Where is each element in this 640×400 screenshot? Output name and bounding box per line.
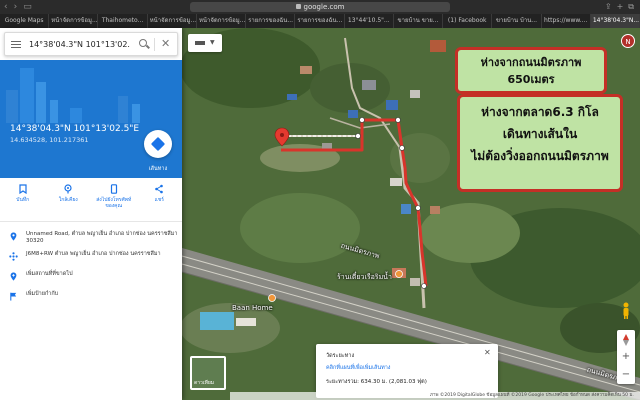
add-label-text: เพิ่มป้ายกำกับ xyxy=(26,291,59,297)
directions-button[interactable] xyxy=(144,130,172,158)
sidebar-icon[interactable]: ▭ xyxy=(23,2,32,12)
avatar[interactable]: N xyxy=(621,34,635,48)
resort-label[interactable]: Baan Home xyxy=(232,304,273,312)
close-icon[interactable]: ✕ xyxy=(161,37,170,51)
callout-2-line-2: เดินทางเส้นใน xyxy=(502,127,578,141)
browser-tab[interactable]: หน้าจัดการข้อมู... xyxy=(49,14,99,28)
measure-title: วัดระยะทาง xyxy=(326,353,355,359)
browser-tab[interactable]: Google Maps xyxy=(0,14,50,28)
zoom-control: + − xyxy=(617,330,635,384)
pegman-icon[interactable] xyxy=(621,302,631,320)
send-to-phone-button[interactable]: ส่งไปยังโทรศัพท์ของคุณ xyxy=(91,182,137,221)
menu-icon[interactable] xyxy=(11,41,21,48)
share-browser-icon[interactable]: ⇪ xyxy=(605,2,612,12)
browser-tab[interactable]: 13°44'10.5"... xyxy=(345,14,394,28)
browser-nav: ‹ › ▭ xyxy=(4,2,32,12)
browser-tab[interactable]: รายการของฉัน... xyxy=(295,14,345,28)
zoom-out-button[interactable]: − xyxy=(617,368,635,382)
add-place-text: เพิ่มสถานที่ที่ขาดไป xyxy=(26,271,73,277)
new-tab-icon[interactable]: + xyxy=(617,2,624,12)
search-box: ✕ xyxy=(4,32,178,56)
address-text: Unnamed Road, ตำบล พญาเย็น อำเภอ ปากช่อง… xyxy=(26,231,178,244)
nearby-icon xyxy=(64,184,72,194)
save-label: บันทึก xyxy=(16,197,30,203)
browser-tab[interactable]: (1) Facebook xyxy=(443,14,493,28)
plus-code-icon xyxy=(9,252,18,261)
place-header: 14°38'04.3"N 101°13'02.5"E 14.634528, 10… xyxy=(0,60,182,178)
browser-tab-active[interactable]: 14°38'04.3"N... xyxy=(590,14,640,28)
url-bar[interactable]: google.com xyxy=(190,2,450,12)
zoom-in-button[interactable]: + xyxy=(617,350,635,364)
map-footer: ภาพ ©2019 DigitalGlobe ข้อมูลแผนที่ ©201… xyxy=(230,392,640,400)
directions-label: เส้นทาง xyxy=(148,166,168,172)
browser-tab[interactable]: ขายบ้าน ขาย... xyxy=(394,14,444,28)
callout-1-line-1: ห่างจากถนนมิตรภาพ xyxy=(480,56,582,69)
forward-icon[interactable]: › xyxy=(14,2,18,12)
add-missing-place-row[interactable]: เพิ่มสถานที่ที่ขาดไป xyxy=(0,268,182,288)
nearby-label: ใกล้เคียง xyxy=(58,197,78,203)
close-icon[interactable]: ✕ xyxy=(484,348,491,357)
callout-1-line-2: 650เมตร xyxy=(507,73,555,86)
add-label-row[interactable]: เพิ่มป้ายกำกับ xyxy=(0,288,182,308)
plus-code-row[interactable]: J6M8+RW ตำบล พญาเย็น อำเภอ ปากช่อง นครรา… xyxy=(0,248,182,268)
plus-code-text: J6M8+RW ตำบล พญาเย็น อำเภอ ปากช่อง นครรา… xyxy=(26,251,161,257)
back-icon[interactable]: ‹ xyxy=(4,2,8,12)
satellite-toggle-label: ดาวเทียม xyxy=(194,380,215,386)
browser-tab[interactable]: Thaihometo... xyxy=(98,14,148,28)
compass-icon[interactable] xyxy=(622,334,630,346)
send-to-phone-icon xyxy=(110,184,117,194)
flag-icon xyxy=(10,292,17,301)
place-title: 14°38'04.3"N 101°13'02.5"E xyxy=(10,124,140,134)
tab-overview-icon[interactable]: ⧉ xyxy=(628,2,634,12)
chevron-down-icon: ▼ xyxy=(210,39,215,46)
measure-distance-card: วัดระยะทาง คลิกที่แผนที่เพื่อเพิ่มเส้นทา… xyxy=(316,344,498,398)
add-place-icon xyxy=(10,272,17,281)
satellite-toggle[interactable]: ดาวเทียม xyxy=(190,356,226,390)
browser-tab[interactable]: หน้าจัดการข้อมู... xyxy=(148,14,197,28)
nearby-button[interactable]: ใกล้เคียง xyxy=(46,182,92,221)
place-decimal: 14.634528, 101.217361 xyxy=(10,136,89,144)
search-icon[interactable] xyxy=(139,39,147,47)
share-label: แชร์ xyxy=(154,197,164,203)
send-to-phone-label: ส่งไปยังโทรศัพท์ของคุณ xyxy=(96,197,132,209)
measure-hint: คลิกที่แผนที่เพื่อเพิ่มเส้นทาง xyxy=(326,365,391,371)
share-icon xyxy=(155,184,164,194)
browser-actions: ⇪ + ⧉ xyxy=(605,2,634,12)
bookmark-icon xyxy=(19,184,27,194)
save-button[interactable]: บันทึก xyxy=(0,182,46,221)
search-input[interactable] xyxy=(29,38,133,51)
browser-tab[interactable]: https://www.... xyxy=(542,14,591,28)
url-text: google.com xyxy=(303,3,345,11)
browser-tab[interactable]: หน้าจัดการข้อมู... xyxy=(197,14,247,28)
directions-icon xyxy=(150,136,166,152)
distance-callout: ห่างจากถนนมิตรภาพ 650เมตร xyxy=(455,47,607,94)
info-list: Unnamed Road, ตำบล พญาเย็น อำเภอ ปากช่อง… xyxy=(0,228,182,308)
address-row[interactable]: Unnamed Road, ตำบล พญาเย็น อำเภอ ปากช่อง… xyxy=(0,228,182,248)
action-bar: บันทึก ใกล้เคียง ส่งไปยังโทรศัพท์ของคุณ … xyxy=(0,182,182,222)
market-callout: ห่างจากตลาด6.3 กิโล เดินทางเส้นใน ไม่ต้อ… xyxy=(457,94,623,192)
lock-icon xyxy=(295,4,301,9)
tab-strip: Google Maps หน้าจัดการข้อมู... Thaihomet… xyxy=(0,14,640,28)
measure-total: ระยะทางรวม: 634.30 ม. (2,081.03 ฟุต) xyxy=(326,379,427,385)
skyline-illustration xyxy=(6,68,140,123)
layers-icon xyxy=(195,41,205,45)
layer-mode-button[interactable]: ▼ xyxy=(188,34,222,52)
callout-2-line-3: ไม่ต้องวิ่งออกถนนมิตรภาพ xyxy=(471,149,609,163)
browser-tab[interactable]: ขายบ้าน บ้าน... xyxy=(492,14,542,28)
browser-toolbar: ‹ › ▭ google.com ⇪ + ⧉ xyxy=(0,0,640,14)
browser-tab[interactable]: รายการของฉัน... xyxy=(246,14,296,28)
place-panel: ✕ 14°38'04.3"N 101°13'02.5"E 14.634528, … xyxy=(0,28,182,400)
location-pin-icon xyxy=(10,232,17,241)
restaurant-label[interactable]: ร้านเตี๋ยวเรือริมน้ำ xyxy=(337,272,392,283)
callout-2-line-1: ห่างจากตลาด6.3 กิโล xyxy=(481,105,599,119)
search-divider xyxy=(154,38,155,51)
share-button[interactable]: แชร์ xyxy=(137,182,183,221)
